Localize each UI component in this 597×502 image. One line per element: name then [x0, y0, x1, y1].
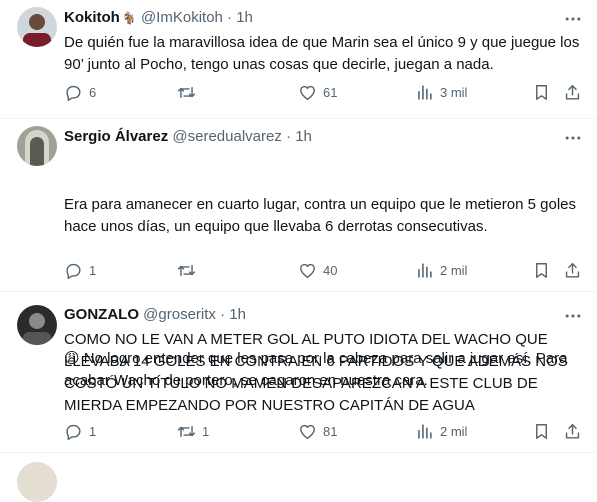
- action-bar: 1 1 81 2 mil: [64, 420, 584, 442]
- like-button[interactable]: 81: [298, 420, 337, 442]
- author-handle[interactable]: @ImKokitoh: [141, 9, 223, 26]
- reply-button[interactable]: 1: [64, 259, 96, 281]
- share-icon: [563, 261, 582, 280]
- tweet-text-line: Era para amanecer en cuarto lugar, contr…: [64, 196, 581, 235]
- reply-icon: [64, 83, 83, 102]
- tweet[interactable]: GONZALO @groseritx · 1h COMO NO LE VAN A…: [0, 292, 597, 453]
- views-count: 2 mil: [440, 262, 468, 278]
- like-icon: [298, 261, 317, 280]
- tweet-text: De quién fue la maravillosa idea de que …: [64, 34, 584, 73]
- tweet-text: COMO NO LE VAN A METER GOL AL PUTO IDIOT…: [64, 331, 572, 414]
- more-icon[interactable]: [563, 306, 583, 326]
- action-bar: 1 40 2 mil: [64, 259, 584, 281]
- share-icon: [563, 83, 582, 102]
- bookmark-icon: [532, 83, 551, 102]
- share-button[interactable]: [563, 259, 582, 281]
- separator: ·: [227, 9, 233, 26]
- author-name[interactable]: Sergio Álvarez: [64, 128, 168, 145]
- like-icon: [298, 422, 317, 441]
- more-icon[interactable]: [563, 128, 583, 148]
- views-count: 2 mil: [440, 423, 468, 439]
- author-handle[interactable]: @groseritx: [143, 306, 216, 323]
- like-count: 81: [323, 423, 338, 439]
- bookmark-icon: [532, 422, 551, 441]
- reply-count: 1: [89, 262, 97, 278]
- next-tweet-avatar[interactable]: [17, 462, 57, 502]
- separator: ·: [220, 306, 226, 323]
- avatar[interactable]: [17, 305, 57, 345]
- like-count: 40: [323, 262, 338, 278]
- views-icon: [415, 261, 434, 280]
- views-icon: [415, 83, 434, 102]
- share-button[interactable]: [563, 420, 582, 442]
- share-button[interactable]: [563, 81, 582, 103]
- author-name[interactable]: Kokitoh: [64, 9, 120, 26]
- bookmark-button[interactable]: [532, 81, 551, 103]
- bookmark-icon: [532, 261, 551, 280]
- retweet-icon: [177, 83, 196, 102]
- tweet[interactable]: Sergio Álvarez @seredualvarez · 1h Era p…: [0, 119, 597, 389]
- share-icon: [563, 422, 582, 441]
- reply-button[interactable]: 1: [64, 420, 96, 442]
- author-handle[interactable]: @seredualvarez: [172, 128, 281, 145]
- tweet-header: Kokitoh 🐐 @ImKokitoh · 1h: [64, 9, 253, 26]
- bookmark-button[interactable]: [532, 259, 551, 281]
- separator: ·: [286, 128, 292, 145]
- reply-count: 1: [89, 423, 97, 439]
- tweet-header: Sergio Álvarez @seredualvarez · 1h: [64, 128, 312, 145]
- tweet-header: GONZALO @groseritx · 1h: [64, 306, 246, 323]
- reply-count: 6: [89, 84, 97, 100]
- action-bar: 6 61 3 mil: [64, 81, 584, 103]
- views-icon: [415, 422, 434, 441]
- retweet-button[interactable]: [177, 81, 202, 103]
- timestamp[interactable]: 1h: [229, 306, 246, 323]
- retweet-count: 1: [202, 423, 210, 439]
- reply-icon: [64, 261, 83, 280]
- bookmark-button[interactable]: [532, 420, 551, 442]
- author-name[interactable]: GONZALO: [64, 306, 139, 323]
- tweet[interactable]: Kokitoh 🐐 @ImKokitoh · 1h De quién fue la…: [0, 0, 597, 119]
- views-button[interactable]: 2 mil: [415, 259, 467, 281]
- timestamp[interactable]: 1h: [236, 9, 253, 26]
- goat-emoji: 🐐: [121, 11, 137, 25]
- views-button[interactable]: 2 mil: [415, 420, 467, 442]
- views-button[interactable]: 3 mil: [415, 81, 467, 103]
- reply-button[interactable]: 6: [64, 81, 96, 103]
- views-count: 3 mil: [440, 84, 468, 100]
- retweet-button[interactable]: [177, 259, 202, 281]
- retweet-button[interactable]: 1: [177, 420, 209, 442]
- like-button[interactable]: 40: [298, 259, 337, 281]
- avatar[interactable]: [17, 7, 57, 47]
- avatar[interactable]: [17, 126, 57, 166]
- retweet-icon: [177, 422, 196, 441]
- timestamp[interactable]: 1h: [295, 128, 312, 145]
- like-button[interactable]: 61: [298, 81, 337, 103]
- like-icon: [298, 83, 317, 102]
- retweet-icon: [177, 261, 196, 280]
- like-count: 61: [323, 84, 338, 100]
- more-icon[interactable]: [563, 9, 583, 29]
- reply-icon: [64, 422, 83, 441]
